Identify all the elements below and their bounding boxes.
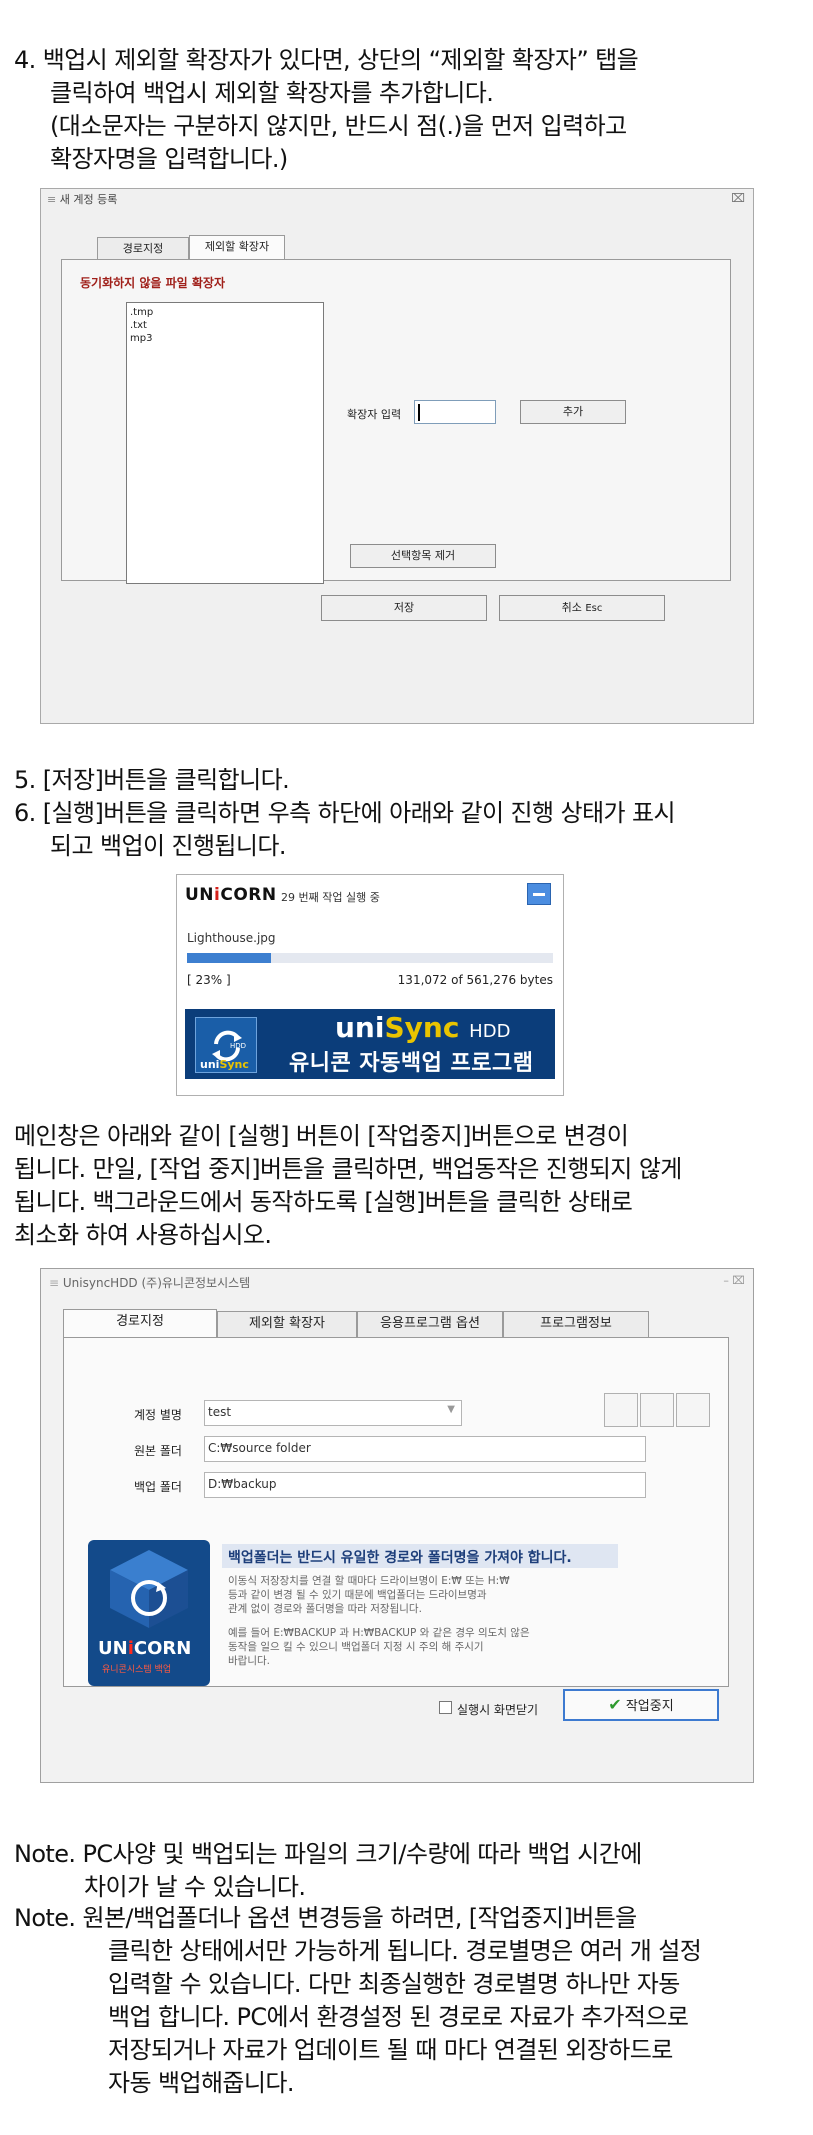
step4-line: 확장자명을 입력합니다.): [50, 145, 288, 173]
list-item[interactable]: .tmp: [130, 306, 320, 319]
para-line: 됩니다. 백그라운드에서 동작하도록 [실행]버튼을 클릭한 상태로: [14, 1188, 633, 1216]
main-tabs: 경로지정 제외할 확장자 응용프로그램 옵션 프로그램정보: [63, 1309, 723, 1339]
steps56-paragraph: 5. [저장]버튼을 클릭합니다. 6. [실행]버튼을 클릭하면 우측 하단에…: [14, 764, 676, 863]
para-line: 최소화 하여 사용하십시오.: [14, 1221, 272, 1249]
main-titlebar: ≡ UnisyncHDD (주)유니콘정보시스템 – ⌧: [41, 1269, 753, 1295]
step4-line: (대소문자는 구분하지 않지만, 반드시 점(.)을 먼저 입력하고: [50, 112, 627, 140]
step4-line: 4. 백업시 제외할 확장자가 있다면, 상단의 “제외할 확장자” 탭을: [14, 46, 639, 74]
close-icon[interactable]: ⌧: [731, 191, 745, 205]
backup-label: 백업 폴더: [134, 1480, 182, 1494]
tab-excluded-extensions[interactable]: 제외할 확장자: [189, 235, 285, 261]
tab-app-options[interactable]: 응용프로그램 옵션: [357, 1311, 503, 1337]
step-line: 되고 백업이 진행됩니다.: [50, 832, 286, 860]
extension-list[interactable]: .tmp .txt mp3: [126, 302, 324, 584]
unicorn-logo: UNiCORN: [185, 885, 277, 905]
path-button[interactable]: [604, 1393, 638, 1427]
step4-line: 클릭하여 백업시 제외할 확장자를 추가합니다.: [50, 79, 494, 107]
extensions-panel: 동기화하지 않을 파일 확장자 .tmp .txt mp3 확장자 입력 추가 …: [61, 259, 731, 584]
sync-cube-icon: [110, 1550, 188, 1628]
dialog-title: 새 계정 등록: [59, 193, 118, 206]
step-line: 6. [실행]버튼을 클릭하면 우측 하단에 아래와 같이 진행 상태가 표시: [14, 799, 676, 827]
progress-bytes: 131,072 of 561,276 bytes: [397, 973, 553, 987]
unisync-logo-icon: HDD uniSync: [195, 1017, 257, 1073]
step-line: 5. [저장]버튼을 클릭합니다.: [14, 766, 290, 794]
checkbox-label: 실행시 화면닫기: [457, 1703, 539, 1717]
current-file: Lighthouse.jpg: [187, 931, 276, 945]
path-panel: 계정 별명 test ▼ 원본 폴더 C:₩source folder 백업 폴…: [63, 1337, 729, 1687]
para-line: 메인창은 아래와 같이 [실행] 버튼이 [작업중지]버튼으로 변경이: [14, 1122, 629, 1150]
unisync-banner: HDD uniSync uniSync HDD 유니콘 자동백업 프로그램: [185, 1009, 555, 1079]
remove-selected-button[interactable]: 선택항목 제거: [350, 544, 496, 568]
tab-excluded-extensions[interactable]: 제외할 확장자: [217, 1311, 357, 1337]
progress-percent: [ 23% ]: [187, 973, 231, 987]
stop-button-label: 작업중지: [625, 1699, 674, 1714]
panel-title: 동기화하지 않을 파일 확장자: [80, 276, 226, 290]
source-folder-field[interactable]: C:₩source folder: [204, 1436, 646, 1462]
text-caret: [418, 404, 420, 421]
extension-input-label: 확장자 입력: [347, 408, 402, 421]
progress-bar: [187, 953, 553, 963]
menu-icon: ≡: [47, 193, 57, 206]
unicorn-logo: UNiCORN 유니콘시스템 백업: [88, 1540, 210, 1686]
progress-fill: [187, 953, 272, 963]
banner-slogan: 유니콘 자동백업 프로그램: [289, 1051, 534, 1076]
cancel-label: 취소: [561, 601, 582, 614]
path-button[interactable]: [640, 1393, 674, 1427]
notice-text: 이동식 저장장치를 연결 할 때마다 드라이브명이 E:₩ 또는 H:₩ 등과 …: [228, 1575, 510, 1615]
tab-program-info[interactable]: 프로그램정보: [503, 1311, 649, 1337]
add-button[interactable]: 추가: [520, 400, 626, 424]
note-2: Note. 원본/백업폴더나 옵션 변경등을 하려면, [작업중지]버튼을 클릭…: [14, 1904, 702, 2097]
close-on-run-checkbox[interactable]: [439, 1701, 452, 1714]
step4-paragraph: 4. 백업시 제외할 확장자가 있다면, 상단의 “제외할 확장자” 탭을 클릭…: [14, 44, 639, 176]
chevron-down-icon: ▼: [447, 1404, 455, 1415]
stop-job-button[interactable]: ✔ 작업중지: [563, 1689, 719, 1721]
extension-input[interactable]: [414, 400, 496, 424]
checkmark-icon: ✔: [608, 1695, 622, 1714]
main-title: UnisyncHDD (주)유니콘정보시스템: [62, 1276, 251, 1290]
progress-popup: UNiCORN 29 번째 작업 실행 중 Lighthouse.jpg [ 2…: [176, 874, 564, 1096]
main-window: ≡ UnisyncHDD (주)유니콘정보시스템 – ⌧ 경로지정 제외할 확장…: [40, 1268, 754, 1783]
account-select[interactable]: test ▼: [204, 1400, 462, 1426]
job-status: 29 번째 작업 실행 중: [281, 891, 380, 904]
notice-title: 백업폴더는 반드시 유일한 경로와 폴더명을 가져야 합니다.: [222, 1544, 618, 1568]
backup-folder-field[interactable]: D:₩backup: [204, 1472, 646, 1498]
menu-icon: ≡: [49, 1276, 60, 1290]
para-line: 됩니다. 만일, [작업 중지]버튼을 클릭하면, 백업동작은 진행되지 않게: [14, 1155, 682, 1183]
path-button[interactable]: [676, 1393, 710, 1427]
esc-key-label: Esc: [585, 603, 603, 614]
list-item[interactable]: mp3: [130, 332, 320, 345]
notice-example: 예를 들어 E:₩BACKUP 과 H:₩BACKUP 와 같은 경우 의도치 …: [228, 1627, 530, 1667]
window-controls-icon[interactable]: – ⌧: [723, 1274, 745, 1287]
account-label: 계정 별명: [134, 1408, 182, 1422]
source-label: 원본 폴더: [134, 1444, 182, 1458]
unisync-wordmark: uniSync HDD: [335, 1011, 511, 1044]
list-item[interactable]: .txt: [130, 319, 320, 332]
main-window-paragraph: 메인창은 아래와 같이 [실행] 버튼이 [작업중지]버튼으로 변경이 됩니다.…: [14, 1120, 682, 1252]
cancel-button[interactable]: 취소 Esc: [499, 595, 665, 621]
dialog-titlebar: ≡ 새 계정 등록 ⌧: [41, 189, 753, 209]
new-account-dialog: ≡ 새 계정 등록 ⌧ 경로지정 제외할 확장자 동기화하지 않을 파일 확장자…: [40, 188, 754, 724]
save-button[interactable]: 저장: [321, 595, 487, 621]
note-1: Note. PC사양 및 백업되는 파일의 크기/수량에 따라 백업 시간에 차…: [14, 1840, 642, 1901]
minimize-icon[interactable]: [527, 883, 551, 905]
tab-path[interactable]: 경로지정: [63, 1309, 217, 1337]
tab-path[interactable]: 경로지정: [97, 237, 189, 261]
